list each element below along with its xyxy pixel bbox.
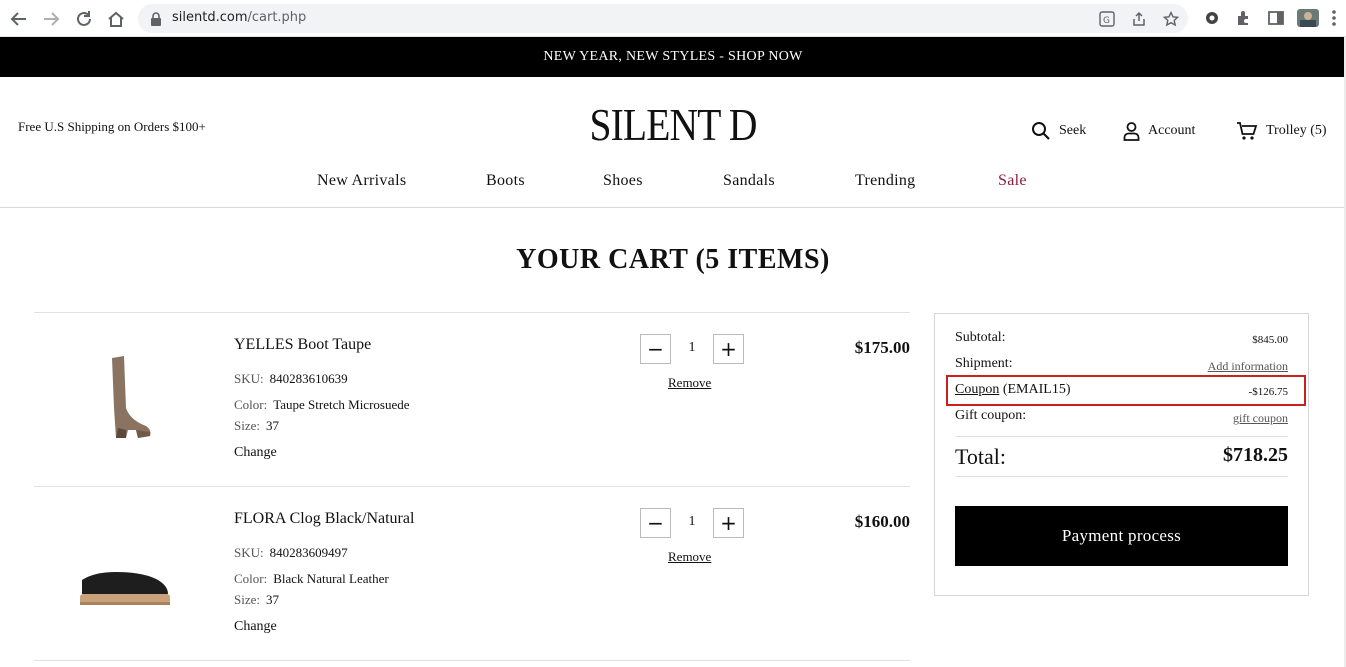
cart-label: Trolley (5) <box>1266 123 1327 138</box>
browser-toolbar: silentd.com/cart.php G <box>0 0 1346 37</box>
site-logo[interactable]: SILENT D <box>576 98 770 151</box>
svg-text:G: G <box>1103 16 1110 26</box>
back-icon[interactable] <box>8 8 30 30</box>
color-value: Black Natural Leather <box>273 571 389 586</box>
cart-item: YELLES Boot Taupe SKU: 840283610639 Color… <box>34 312 910 486</box>
remove-link[interactable]: Remove <box>668 375 711 391</box>
increase-quantity-button[interactable]: + <box>713 334 744 364</box>
product-size: Size: 37 <box>234 592 279 608</box>
profile-icon[interactable] <box>1297 9 1319 27</box>
menu-item-sandals[interactable]: Sandals <box>723 172 775 190</box>
product-size: Size: 37 <box>234 418 279 434</box>
size-value: 37 <box>266 418 279 433</box>
menu-icon[interactable] <box>1331 9 1341 27</box>
shipment-label: Shipment: <box>955 356 1013 371</box>
product-image-boot[interactable] <box>64 348 194 468</box>
increase-quantity-button[interactable]: + <box>713 508 744 538</box>
sidebar-icon[interactable] <box>1267 9 1285 27</box>
translate-icon[interactable]: G <box>1099 11 1115 27</box>
sku-value: 840283610639 <box>269 371 348 386</box>
header-divider <box>0 207 1346 208</box>
quantity-stepper: − 1 + <box>640 508 744 538</box>
home-icon[interactable] <box>105 8 127 30</box>
cart-link[interactable]: Trolley (5) <box>1236 121 1327 141</box>
change-link[interactable]: Change <box>234 619 277 635</box>
cart-item: FLORA Clog Black/Natural SKU: 84028360949… <box>34 486 910 660</box>
order-summary: Subtotal: $845.00 Shipment: Add informat… <box>934 313 1309 596</box>
promo-banner[interactable]: NEW YEAR, NEW STYLES - SHOP NOW <box>0 37 1346 77</box>
summary-divider <box>955 476 1288 477</box>
product-price: $160.00 <box>854 512 910 531</box>
total-value: $718.25 <box>1223 444 1288 466</box>
account-label: Account <box>1148 123 1196 138</box>
menu-item-sale[interactable]: Sale <box>998 172 1027 190</box>
payment-process-button[interactable]: Payment process <box>955 506 1288 566</box>
sku-label: SKU: <box>234 545 264 560</box>
color-label: Color: <box>234 397 268 412</box>
menu-item-trending[interactable]: Trending <box>855 172 916 190</box>
forward-icon[interactable] <box>40 8 62 30</box>
quantity-stepper: − 1 + <box>640 334 744 364</box>
decrease-quantity-button[interactable]: − <box>640 334 671 364</box>
total-label: Total: <box>955 444 1007 469</box>
product-color: Color: Taupe Stretch Microsuede <box>234 397 410 413</box>
product-image-clog[interactable] <box>64 550 194 667</box>
size-label: Size: <box>234 592 260 607</box>
menu-item-new-arrivals[interactable]: New Arrivals <box>317 172 406 190</box>
color-label: Color: <box>234 571 268 586</box>
row-divider <box>34 660 910 661</box>
url-text: silentd.com/cart.php <box>172 10 306 25</box>
product-price: $175.00 <box>854 338 910 357</box>
search-link[interactable]: Seek <box>1031 121 1086 141</box>
gift-coupon-label: Gift coupon: <box>955 408 1027 423</box>
reload-icon[interactable] <box>73 8 95 30</box>
search-label: Seek <box>1059 123 1087 138</box>
coupon-highlight-box <box>946 375 1306 406</box>
address-bar[interactable]: silentd.com/cart.php G <box>138 4 1188 33</box>
product-name[interactable]: YELLES Boot Taupe <box>234 336 371 354</box>
menu-item-shoes[interactable]: Shoes <box>603 172 643 190</box>
quantity-value[interactable]: 1 <box>671 340 713 356</box>
share-icon[interactable] <box>1131 11 1147 27</box>
color-value: Taupe Stretch Microsuede <box>273 397 410 412</box>
subtotal-value: $845.00 <box>1252 334 1288 346</box>
summary-divider <box>955 436 1288 437</box>
subtotal-label: Subtotal: <box>955 330 1006 345</box>
extensions-icon[interactable] <box>1235 9 1253 27</box>
change-link[interactable]: Change <box>234 445 277 461</box>
star-icon[interactable] <box>1162 10 1180 27</box>
main-menu: New Arrivals Boots Shoes Sandals Trendin… <box>0 172 1346 192</box>
lock-icon <box>150 11 162 30</box>
account-icon <box>1123 121 1140 141</box>
extension-icon[interactable] <box>1203 9 1221 27</box>
product-color: Color: Black Natural Leather <box>234 571 389 587</box>
page-title: YOUR CART (5 ITEMS) <box>516 244 830 275</box>
size-label: Size: <box>234 418 260 433</box>
sku-label: SKU: <box>234 371 264 386</box>
url-path: /cart.php <box>247 10 307 25</box>
sku-value: 840283609497 <box>269 545 348 560</box>
search-icon <box>1031 121 1051 141</box>
product-name[interactable]: FLORA Clog Black/Natural <box>234 510 414 528</box>
size-value: 37 <box>266 592 279 607</box>
remove-link[interactable]: Remove <box>668 549 711 565</box>
product-sku: SKU: 840283610639 <box>234 371 348 387</box>
menu-item-boots[interactable]: Boots <box>486 172 525 190</box>
url-host: silentd.com <box>172 10 248 25</box>
product-sku: SKU: 840283609497 <box>234 545 348 561</box>
account-link[interactable]: Account <box>1123 121 1195 141</box>
gift-coupon-link[interactable]: gift coupon <box>1233 411 1288 426</box>
decrease-quantity-button[interactable]: − <box>640 508 671 538</box>
quantity-value[interactable]: 1 <box>671 514 713 530</box>
add-information-link[interactable]: Add information <box>1208 359 1288 374</box>
shipping-note: Free U.S Shipping on Orders $100+ <box>18 119 206 134</box>
cart-icon <box>1236 121 1258 141</box>
